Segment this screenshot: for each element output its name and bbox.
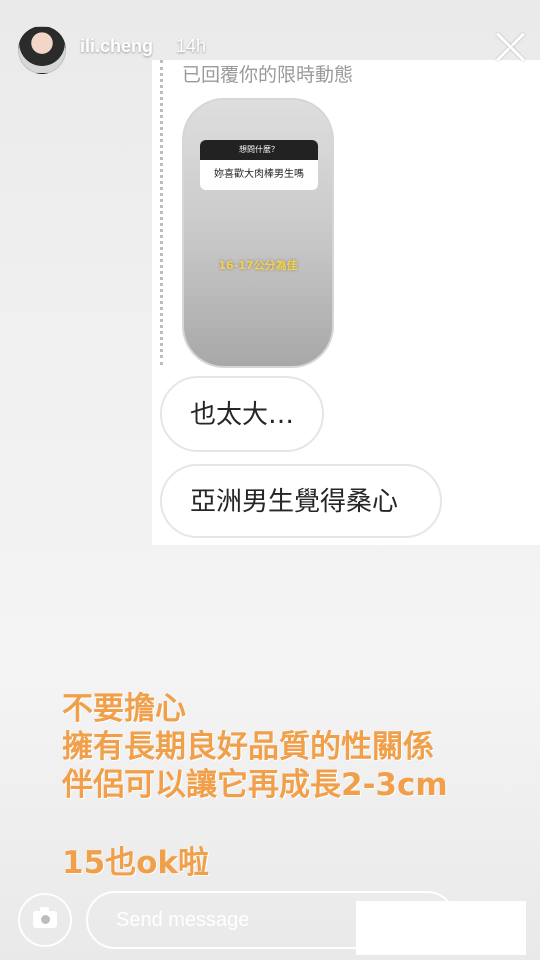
caption-footer: 15也ok啦 (62, 845, 210, 881)
question-card-text: 妳喜歡大肉棒男生嗎 (214, 169, 304, 180)
question-card-title: 想問什麼？ (200, 140, 318, 160)
reply-label: 已回覆你的限時動態 (182, 64, 354, 86)
caption-line: 伴侶可以讓它再成長2-3cm (62, 767, 448, 803)
story-answer-text: 16-17公分為佳 (218, 259, 298, 272)
caption-line: 擁有長期良好品質的性關係 (62, 729, 434, 765)
story-preview[interactable]: 想問什麼？ 妳喜歡大肉棒男生嗎 16-17公分為佳 (182, 98, 334, 368)
question-card: 想問什麼？ 妳喜歡大肉棒男生嗎 (200, 140, 318, 190)
message-bubble[interactable]: 亞洲男生覺得桑心 (160, 464, 442, 538)
watermark-cover (356, 901, 526, 955)
username[interactable]: ili.cheng (80, 36, 153, 57)
avatar[interactable] (18, 26, 66, 74)
message-bubble[interactable]: 也太大… (160, 376, 324, 452)
post-time: 14h (176, 36, 207, 56)
reply-thread-line (160, 60, 163, 365)
close-icon[interactable] (494, 31, 526, 63)
caption-line: 不要擔心 (62, 691, 186, 727)
camera-icon[interactable] (18, 893, 72, 947)
story-caption: 不要擔心 擁有長期良好品質的性關係 伴侶可以讓它再成長2-3cm (62, 690, 522, 804)
